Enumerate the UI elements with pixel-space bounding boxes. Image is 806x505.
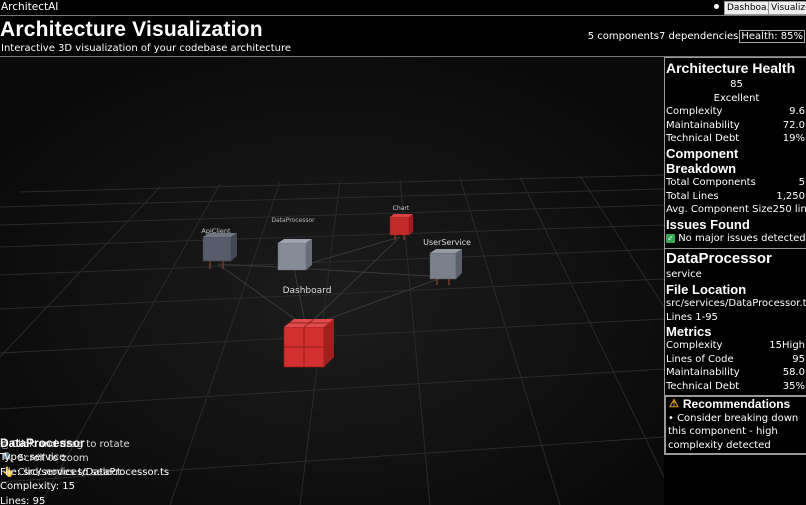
node-label-apiclient: ApiClient (201, 227, 231, 235)
components-stat: 5 components (587, 31, 660, 42)
header-stats: 5 components 7 dependencies Health: 85% (588, 30, 805, 43)
selected-node-lines: Lines: 95 (0, 496, 46, 505)
file-location-title: File Location (666, 281, 747, 297)
detail-metric-row: Technical Debt 35% (666, 380, 805, 392)
health-title: Architecture Health (666, 60, 796, 76)
health-rating: Excellent (713, 92, 760, 104)
recommendations-header: ⚠ Recommendations (669, 396, 791, 411)
node-label-dataprocessor: DataProcessor (271, 217, 315, 224)
selected-node-file: File: src/services/DataProcessor.ts (0, 466, 170, 478)
detail-metric-row: Complexity 15High (666, 340, 805, 352)
metric-row: Maintainability 72.0 (666, 119, 805, 131)
recommendations-box: ⚠ Recommendations • Consider breaking do… (665, 395, 806, 455)
detail-name: DataProcessor (666, 250, 772, 268)
warning-icon: ⚠ (669, 397, 679, 410)
detail-type: service (666, 269, 702, 281)
status-dot-icon (714, 4, 719, 9)
detail-metric-row: Maintainability 58.0 (666, 367, 805, 379)
detail-lines-range: Lines 1-95 (666, 311, 718, 323)
breakdown-title: Component Breakdown (666, 145, 739, 176)
recommendation-item: • Consider breaking down this component … (668, 412, 799, 451)
page-subtitle: Interactive 3D visualization of your cod… (1, 43, 292, 54)
node-label-chart: Chart (393, 205, 410, 212)
selected-node-title: DataProcessor (0, 436, 85, 450)
issues-title: Issues Found (666, 216, 750, 232)
component-detail-panel: DataProcessor service File Location src/… (665, 248, 806, 396)
health-score: 85 (730, 79, 743, 90)
node-label-dashboard: Dashboard (283, 286, 332, 296)
top-bar: ArchitectAI Dashboa..d Visualize (0, 0, 806, 16)
visualization-canvas[interactable]: ApiClient DataProcessor Chart UserServic… (0, 57, 664, 505)
check-icon: ✓ (666, 233, 675, 243)
app-brand[interactable]: ArchitectAI (1, 1, 58, 13)
severity-badge: High (782, 340, 805, 352)
breakdown-row: Avg. Component Size250 lines (666, 204, 806, 216)
metric-row: Complexity 9.6 (666, 106, 805, 118)
nav-visualize-button[interactable]: Visualize (768, 1, 806, 15)
selected-node-type: Type: service (0, 451, 66, 463)
selected-node-info: DataProcessor Type: service File: src/se… (0, 436, 169, 505)
detail-path: src/services/DataProcessor.ts (666, 297, 806, 309)
page-title: Architecture Visualization (0, 18, 263, 41)
detail-metric-row: Lines of Code 95 (666, 353, 805, 365)
metric-row: Technical Debt 19% (666, 133, 805, 145)
page-header: Architecture Visualization Interactive 3… (0, 16, 806, 57)
issues-status: ✓ No major issues detected (666, 232, 806, 244)
dependencies-stat: 7 dependencies (659, 31, 739, 42)
breakdown-row: Total Lines 1,250 (666, 190, 805, 202)
architecture-health-panel: Architecture Health 85 Excellent Complex… (664, 57, 806, 456)
health-badge: Health: 85% (739, 30, 805, 43)
selected-node-complexity: Complexity: 15 (0, 481, 76, 493)
metrics-title: Metrics (666, 324, 712, 340)
node-label-userservice: UserService (423, 238, 471, 247)
breakdown-row: Total Components 5 (666, 176, 805, 188)
nav-dashboard-button[interactable]: Dashboa..d (724, 1, 772, 15)
